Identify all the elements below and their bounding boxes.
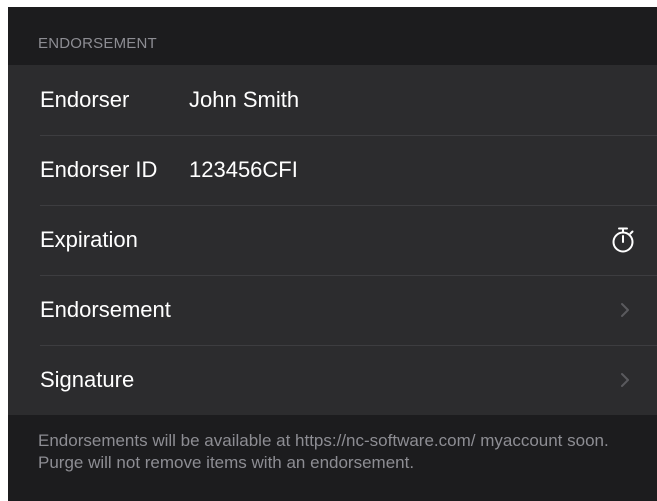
signature-label: Signature (40, 367, 135, 392)
chevron-right-icon (621, 303, 629, 317)
expiration-row[interactable]: Expiration (8, 205, 657, 275)
section-footer: Endorsements will be available at https:… (38, 431, 609, 472)
chevron-right-icon (621, 373, 629, 387)
section-header: ENDORSEMENT (38, 35, 157, 52)
signature-row[interactable]: Signature (8, 345, 657, 415)
endorser-id-label: Endorser ID (40, 157, 158, 182)
expiration-label: Expiration (40, 227, 138, 252)
endorser-id-row[interactable]: Endorser ID 123456CFI (8, 135, 657, 205)
endorsement-group: Endorser John Smith Endorser ID 123456CF… (8, 65, 657, 415)
endorser-row[interactable]: Endorser John Smith (8, 65, 657, 135)
endorsement-label: Endorsement (40, 297, 171, 322)
stopwatch-icon[interactable] (611, 227, 635, 253)
endorsement-row[interactable]: Endorsement (8, 275, 657, 345)
endorser-id-value[interactable]: 123456CFI (189, 157, 298, 183)
endorsement-panel: ENDORSEMENT Endorser John Smith Endorser… (8, 7, 657, 501)
endorser-value[interactable]: John Smith (189, 87, 299, 113)
endorser-label: Endorser (40, 87, 130, 112)
